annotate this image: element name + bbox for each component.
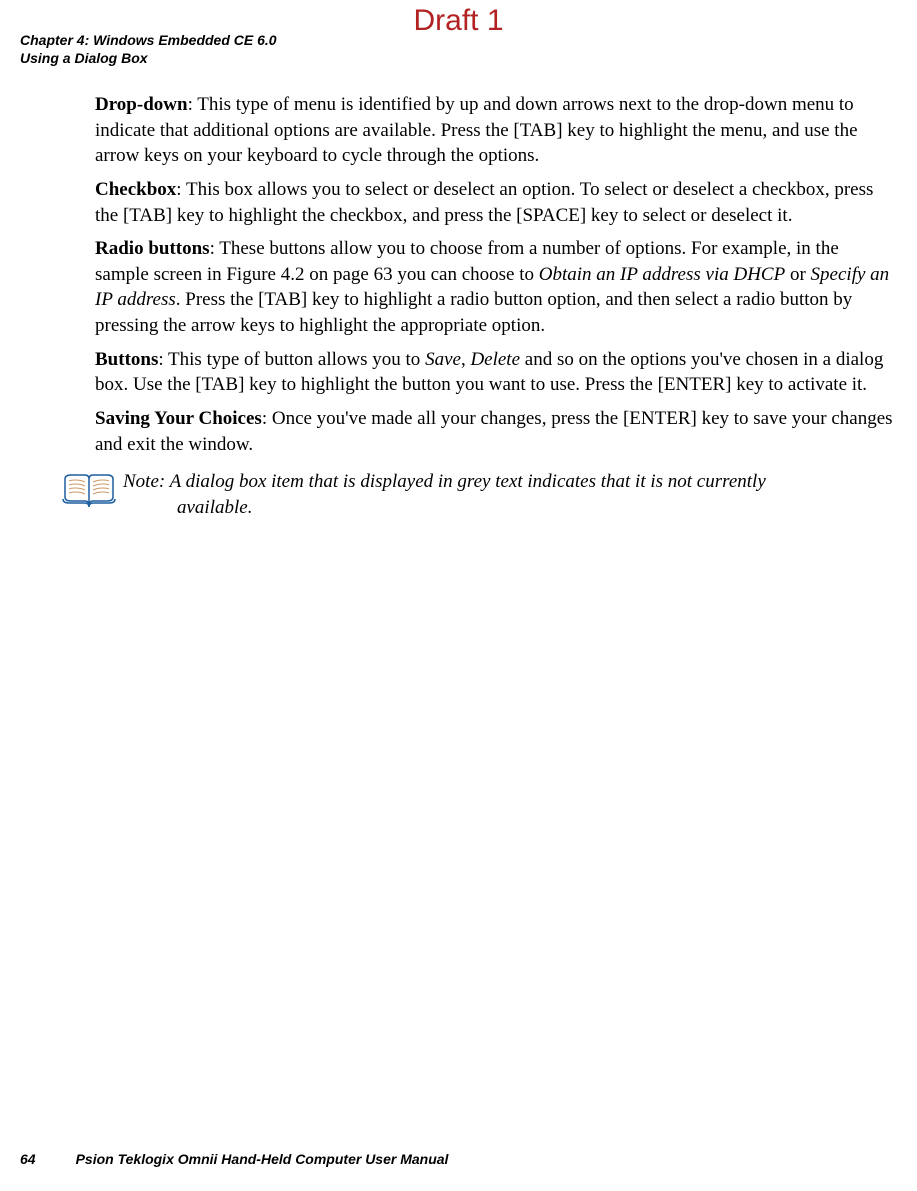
- text-dropdown: : This type of menu is identified by up …: [95, 94, 858, 166]
- paragraph-buttons: Buttons: This type of button allows you …: [95, 347, 895, 398]
- main-content: Drop-down: This type of menu is identifi…: [95, 92, 895, 521]
- footer: 64 Psion Teklogix Omnii Hand-Held Compute…: [20, 1151, 448, 1167]
- italic-buttons-2: Delete: [470, 349, 520, 370]
- header-chapter: Chapter 4: Windows Embedded CE 6.0: [20, 32, 277, 48]
- text-buttons-1: : This type of button allows you to: [158, 349, 425, 370]
- book-icon: [61, 471, 117, 507]
- paragraph-checkbox: Checkbox: This box allows you to select …: [95, 177, 895, 228]
- text-buttons-2: ,: [461, 349, 471, 370]
- label-checkbox: Checkbox: [95, 179, 176, 200]
- label-saving: Saving Your Choices: [95, 408, 262, 429]
- paragraph-dropdown: Drop-down: This type of menu is identifi…: [95, 92, 895, 169]
- note-text: Note: A dialog box item that is displaye…: [123, 469, 766, 520]
- page-number: 64: [20, 1151, 36, 1167]
- note-line2: available.: [123, 495, 766, 521]
- note-line1: A dialog box item that is displayed in g…: [170, 471, 766, 492]
- note-block: Note: A dialog box item that is displaye…: [61, 469, 895, 520]
- label-dropdown: Drop-down: [95, 94, 188, 115]
- note-label: Note:: [123, 471, 170, 492]
- label-buttons: Buttons: [95, 349, 158, 370]
- italic-radio-1: Obtain an IP address via DHCP: [539, 264, 785, 285]
- italic-buttons-1: Save: [425, 349, 461, 370]
- text-checkbox: : This box allows you to select or desel…: [95, 179, 873, 226]
- paragraph-saving: Saving Your Choices: Once you've made al…: [95, 406, 895, 457]
- text-radio-3: . Press the [TAB] key to highlight a rad…: [95, 289, 852, 336]
- text-radio-2: or: [785, 264, 810, 285]
- header-section: Using a Dialog Box: [20, 50, 148, 66]
- footer-title: Psion Teklogix Omnii Hand-Held Computer …: [76, 1151, 449, 1167]
- draft-watermark: Draft 1: [413, 4, 503, 38]
- paragraph-radio: Radio buttons: These buttons allow you t…: [95, 236, 895, 339]
- label-radio: Radio buttons: [95, 238, 210, 259]
